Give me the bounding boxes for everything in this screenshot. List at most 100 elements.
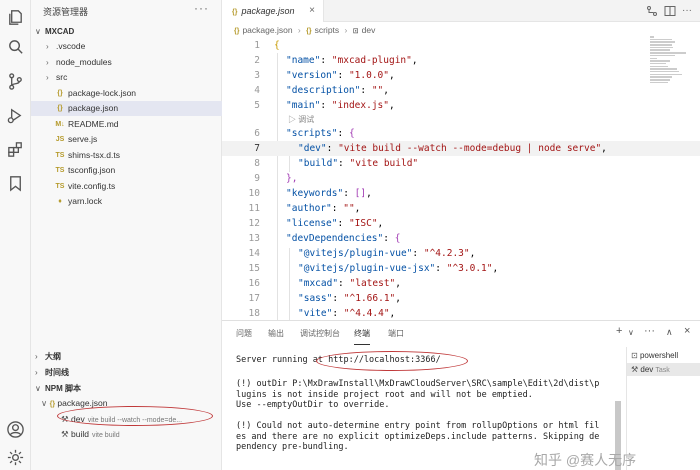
outline-section-header[interactable]: › 大纲 [31,349,222,365]
editor-scrollbar[interactable] [690,36,700,316]
tab-debug-console[interactable]: 调试控制台 [300,328,340,339]
code-text: { [274,40,280,51]
tree-file[interactable]: TS shims-tsx.d.ts [31,148,222,163]
tab-output[interactable]: 输出 [268,328,284,339]
breadcrumb-item[interactable]: {} scripts [306,25,339,35]
explorer-title: 资源管理器 [43,7,89,17]
timeline-label: 时间线 [45,368,69,377]
json-file-icon: {} [232,9,238,16]
tab-package-json[interactable]: {} package.json × [222,0,324,22]
tree-item-label: yarn.lock [68,196,103,206]
minimap-line [650,81,668,84]
terminal-item-dev[interactable]: ⚒ dev Task [627,363,700,376]
minimap-line [650,62,667,65]
more-actions-icon[interactable]: ··· [682,5,694,17]
close-icon[interactable]: × [309,0,315,22]
chevron-down-icon: ∨ [35,384,41,393]
editor-area: {} package.json × ··· {} package.json › {}… [222,0,700,323]
code-line: 3 "version": "1.0.0", [222,68,700,83]
search-icon[interactable] [6,38,25,57]
tree-item-label: serve.js [68,134,98,144]
minimap-line [650,44,672,46]
close-panel-icon[interactable]: × [684,325,690,337]
code-line: 10 "keywords": [], [222,186,700,201]
tab-ports[interactable]: 端口 [388,328,404,339]
folder-root-header[interactable]: ∨ MXCAD [31,24,222,40]
tree-file[interactable]: JS serve.js [31,132,222,147]
tree-item-label: .vscode [56,41,86,51]
more-actions-icon[interactable]: ··· [644,325,655,337]
code-line: 14 "@vitejs/plugin-vue": "^4.2.3", [222,246,700,261]
terminal-line: es and there are no explicit optimizeDep… [236,431,600,442]
open-changes-icon[interactable] [646,5,658,17]
code-text: "author": "", [286,203,361,214]
terminal-list: ⊡ powershell ⚒ dev Task [626,347,700,470]
line-number: 10 [248,188,260,199]
code-line: 8 "build": "vite build" [222,156,700,171]
minimap-line [650,68,677,70]
tab-problems[interactable]: 问题 [236,328,252,339]
tree-file[interactable]: ♦ yarn.lock [31,194,222,209]
line-number: 17 [248,293,260,304]
timeline-section-header[interactable]: › 时间线 [31,365,222,381]
minimap-line [650,38,672,41]
file-type-icon: JS [55,136,65,143]
file-type-icon: TS [55,167,65,174]
split-editor-icon[interactable] [664,5,676,17]
tree-folder[interactable]: › src [31,70,222,85]
minimap-line [650,79,670,81]
tab-terminal[interactable]: 终端 [354,328,370,345]
npm-script-build-cmd: vite build [91,432,120,439]
code-text: "vite": "^4.4.4", [298,308,396,319]
new-terminal-icon[interactable]: + [616,325,622,337]
tree-file[interactable]: {} package.json [31,101,222,116]
source-control-icon[interactable] [6,72,25,91]
explorer-files-icon[interactable] [6,8,25,27]
line-number: 16 [248,278,260,289]
outline-label: 大纲 [45,352,61,361]
maximize-panel-icon[interactable]: ∧ [666,327,673,338]
terminal-dropdown-icon[interactable]: ∨ [628,328,634,337]
line-number: 15 [248,263,260,274]
minimap[interactable] [650,36,686,84]
tree-file[interactable]: TS tsconfig.json [31,163,222,178]
code-text: "name": "mxcad-plugin", [286,55,418,66]
code-text: "@vitejs/plugin-vue-jsx": "^3.0.1", [298,263,499,274]
tree-file[interactable]: TS vite.config.ts [31,179,222,194]
terminal-task-badge: Task [655,367,670,374]
tree-file[interactable]: {} package-lock.json [31,86,222,101]
panel-tab-bar: 问题 输出 调试控制台 终端 端口 + ∨ ··· ∧ × [222,321,700,345]
bookmark-icon[interactable] [6,174,25,193]
tree-file[interactable]: M↓ README.md [31,117,222,132]
debug-codelens[interactable]: ▷ 调试 [222,113,700,126]
minimap-line [650,41,676,43]
chevron-right-icon: › [46,57,49,67]
terminal-icon: ⊡ [631,351,638,360]
tree-folder[interactable]: › .vscode [31,39,222,54]
explorer-more-icon[interactable]: ··· [194,1,209,15]
code-text: "license": "ISC", [286,218,384,229]
run-debug-icon[interactable] [6,106,25,125]
extensions-icon[interactable] [6,140,25,159]
minimap-line [650,49,670,51]
code-text: "keywords": [], [286,188,372,199]
tree-folder[interactable]: › node_modules [31,55,222,70]
breadcrumb-item[interactable]: ⊡ dev [353,25,376,35]
code-line: 1{ [222,38,700,53]
breadcrumb-item[interactable]: {} package.json [234,25,293,35]
line-number: 1 [254,40,260,51]
line-number: 9 [254,173,260,184]
codelens-label: ▷ 调试 [288,115,315,124]
code-text: }, [286,173,298,184]
npm-script-build[interactable]: ⚒ build vite build [61,427,120,441]
code-text: "@vitejs/plugin-vue": "^4.2.3", [298,248,476,259]
account-icon[interactable] [6,420,25,439]
line-number: 11 [248,203,260,214]
settings-gear-icon[interactable] [6,448,25,467]
minimap-line [650,76,672,78]
npm-scripts-section-header[interactable]: ∨ NPM 脚本 [31,381,222,397]
terminal-item-powershell[interactable]: ⊡ powershell [627,349,700,362]
line-number: 12 [248,218,260,229]
chevron-right-icon: › [46,42,49,51]
chevron-down-icon: ∨ [35,27,41,36]
